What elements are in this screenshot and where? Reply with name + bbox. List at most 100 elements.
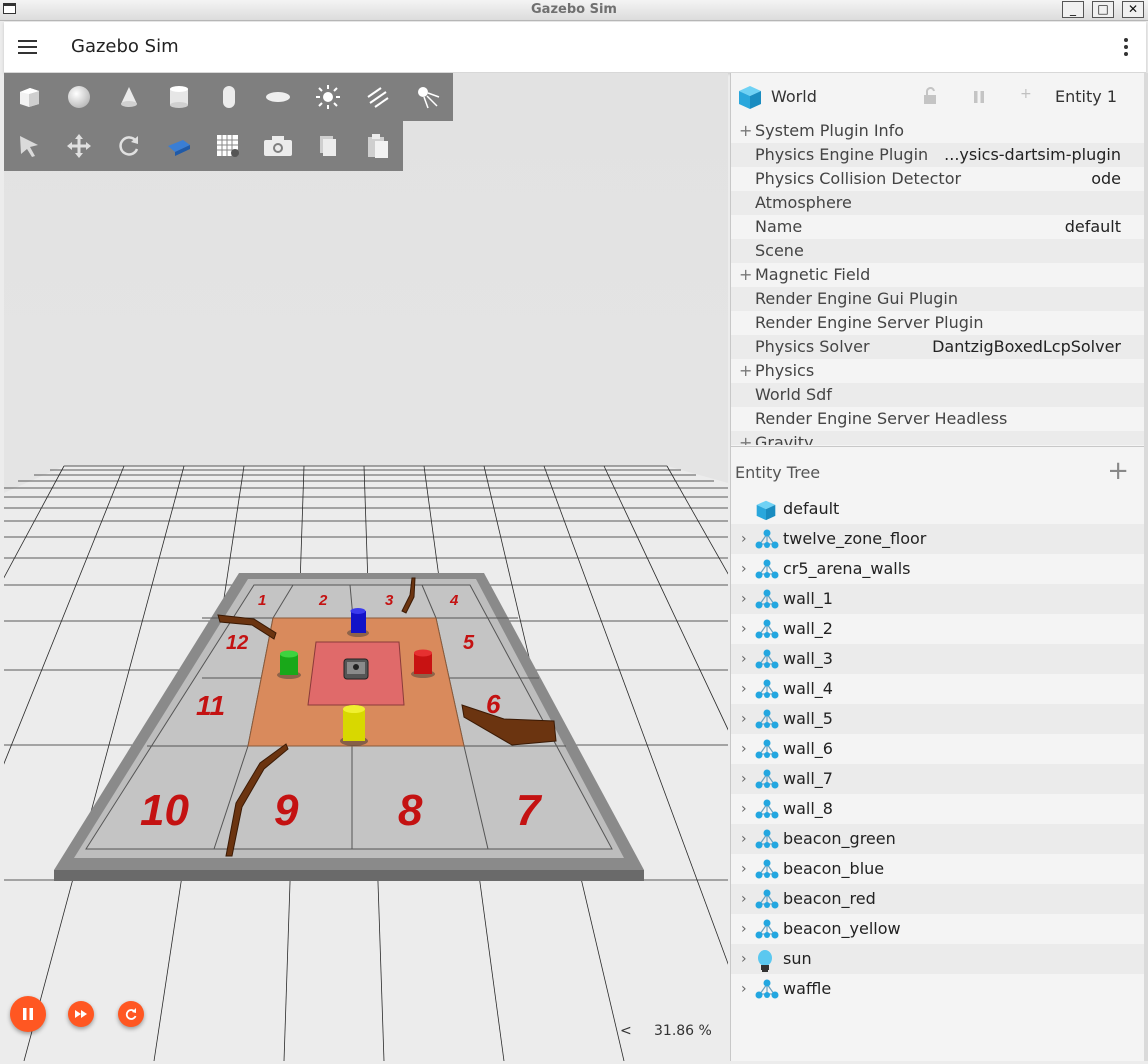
translate-icon[interactable] bbox=[54, 122, 104, 170]
chevron-right-icon[interactable]: › bbox=[741, 944, 747, 974]
tree-item-wall-5[interactable]: › wall_5 bbox=[731, 704, 1145, 734]
tree-item-label: wall_5 bbox=[783, 709, 833, 728]
property-row[interactable]: Physics Collision Detector ode bbox=[731, 167, 1145, 191]
chevron-right-icon[interactable]: › bbox=[741, 674, 747, 704]
tree-item-wall-8[interactable]: › wall_8 bbox=[731, 794, 1145, 824]
box-icon[interactable] bbox=[4, 73, 54, 121]
minimize-button[interactable]: _ bbox=[1062, 1, 1084, 18]
pause-button[interactable] bbox=[10, 996, 46, 1032]
hamburger-menu-icon[interactable] bbox=[18, 40, 37, 54]
expand-icon[interactable]: + bbox=[739, 119, 752, 143]
property-row[interactable]: Render Engine Gui Plugin bbox=[731, 287, 1145, 311]
capsule-icon[interactable] bbox=[204, 73, 254, 121]
property-key: System Plugin Info bbox=[755, 121, 905, 140]
property-value: ...ysics-dartsim-plugin bbox=[944, 145, 1121, 164]
paste-icon[interactable] bbox=[353, 122, 403, 170]
chevron-right-icon[interactable]: › bbox=[741, 704, 747, 734]
reset-button[interactable] bbox=[118, 1001, 144, 1027]
tree-item-cr5-arena-walls[interactable]: › cr5_arena_walls bbox=[731, 554, 1145, 584]
tree-item-waffle[interactable]: › waffle bbox=[731, 974, 1145, 1004]
expand-icon[interactable]: + bbox=[739, 359, 752, 383]
tree-item-wall-2[interactable]: › wall_2 bbox=[731, 614, 1145, 644]
property-row[interactable]: + Gravity bbox=[731, 431, 1145, 445]
tree-item-label: twelve_zone_floor bbox=[783, 529, 927, 548]
point-light-icon[interactable] bbox=[303, 73, 353, 121]
rotate-icon[interactable] bbox=[104, 122, 154, 170]
property-row[interactable]: Physics Engine Plugin ...ysics-dartsim-pl… bbox=[731, 143, 1145, 167]
view-angle-icon[interactable] bbox=[154, 122, 204, 170]
more-options-icon[interactable] bbox=[1124, 38, 1130, 58]
expand-icon[interactable]: + bbox=[739, 431, 752, 445]
tree-item-wall-7[interactable]: › wall_7 bbox=[731, 764, 1145, 794]
tree-item-wall-3[interactable]: › wall_3 bbox=[731, 644, 1145, 674]
panel-divider[interactable] bbox=[731, 446, 1145, 447]
lock-icon[interactable] bbox=[922, 87, 938, 105]
entity-id-label: Entity 1 bbox=[1055, 87, 1117, 106]
scene-render[interactable]: 1 2 3 4 5 6 7 8 9 10 11 12 bbox=[4, 73, 728, 1061]
sphere-icon[interactable] bbox=[54, 73, 104, 121]
close-button[interactable]: ✕ bbox=[1122, 1, 1144, 18]
pause-updates-icon[interactable] bbox=[972, 90, 986, 104]
rtf-expand-arrow[interactable]: < bbox=[620, 1023, 632, 1039]
zone-label-3: 3 bbox=[385, 592, 394, 609]
property-row[interactable]: + Physics bbox=[731, 359, 1145, 383]
expand-icon[interactable]: + bbox=[739, 263, 752, 287]
chevron-right-icon[interactable]: › bbox=[741, 734, 747, 764]
add-component-icon[interactable]: + bbox=[1020, 86, 1032, 102]
tree-item-wall-6[interactable]: › wall_6 bbox=[731, 734, 1145, 764]
tree-item-beacon-green[interactable]: › beacon_green bbox=[731, 824, 1145, 854]
cylinder-icon[interactable] bbox=[154, 73, 204, 121]
property-row[interactable]: Render Engine Server Headless bbox=[731, 407, 1145, 431]
chevron-right-icon[interactable]: › bbox=[741, 884, 747, 914]
zone-label-8: 8 bbox=[398, 786, 423, 835]
property-row[interactable]: Scene bbox=[731, 239, 1145, 263]
reset-icon bbox=[125, 1008, 137, 1020]
panel-scrollbar[interactable] bbox=[1144, 73, 1148, 1061]
chevron-right-icon[interactable]: › bbox=[741, 644, 747, 674]
step-button[interactable] bbox=[68, 1001, 94, 1027]
property-row[interactable]: Atmosphere bbox=[731, 191, 1145, 215]
tree-item-beacon-blue[interactable]: › beacon_blue bbox=[731, 854, 1145, 884]
chevron-right-icon[interactable]: › bbox=[741, 584, 747, 614]
chevron-right-icon[interactable]: › bbox=[741, 974, 747, 1004]
maximize-button[interactable]: □ bbox=[1092, 1, 1114, 18]
world-label: World bbox=[771, 87, 817, 106]
waffle-robot bbox=[343, 658, 369, 680]
chevron-right-icon[interactable]: › bbox=[741, 794, 747, 824]
property-row[interactable]: + Magnetic Field bbox=[731, 263, 1145, 287]
add-entity-button[interactable]: + bbox=[1107, 458, 1129, 484]
spot-light-icon[interactable] bbox=[403, 73, 453, 121]
property-row[interactable]: World Sdf bbox=[731, 383, 1145, 407]
property-row[interactable]: Name default bbox=[731, 215, 1145, 239]
grid-icon[interactable] bbox=[204, 122, 254, 170]
3d-scene-viewport[interactable]: 1 2 3 4 5 6 7 8 9 10 11 12 bbox=[4, 73, 728, 1061]
chevron-right-icon[interactable]: › bbox=[741, 614, 747, 644]
property-row[interactable]: Physics Solver DantzigBoxedLcpSolver bbox=[731, 335, 1145, 359]
app-header: Gazebo Sim bbox=[4, 22, 1146, 73]
tree-item-beacon-yellow[interactable]: › beacon_yellow bbox=[731, 914, 1145, 944]
chevron-right-icon[interactable]: › bbox=[741, 824, 747, 854]
component-properties: + System Plugin Info Physics Engine Plugi… bbox=[731, 119, 1145, 445]
property-key: Render Engine Gui Plugin bbox=[755, 289, 959, 308]
chevron-right-icon[interactable]: › bbox=[741, 524, 747, 554]
chevron-right-icon[interactable]: › bbox=[741, 854, 747, 884]
property-row[interactable]: Render Engine Server Plugin bbox=[731, 311, 1145, 335]
tree-item-sun[interactable]: › sun bbox=[731, 944, 1145, 974]
property-row[interactable]: + System Plugin Info bbox=[731, 119, 1145, 143]
tree-item-default[interactable]: default bbox=[731, 494, 1145, 524]
tree-item-beacon-red[interactable]: › beacon_red bbox=[731, 884, 1145, 914]
copy-icon[interactable] bbox=[303, 122, 353, 170]
ellipsoid-icon[interactable] bbox=[253, 73, 303, 121]
tree-item-twelve-zone-floor[interactable]: › twelve_zone_floor bbox=[731, 524, 1145, 554]
screenshot-camera-icon[interactable] bbox=[253, 122, 303, 170]
chevron-right-icon[interactable]: › bbox=[741, 914, 747, 944]
select-arrow-icon[interactable] bbox=[4, 122, 54, 170]
cone-icon[interactable] bbox=[104, 73, 154, 121]
chevron-right-icon[interactable]: › bbox=[741, 554, 747, 584]
tree-item-wall-4[interactable]: › wall_4 bbox=[731, 674, 1145, 704]
tree-item-wall-1[interactable]: › wall_1 bbox=[731, 584, 1145, 614]
chevron-right-icon[interactable]: › bbox=[741, 764, 747, 794]
entity-tree-title: Entity Tree bbox=[735, 463, 821, 482]
directional-light-icon[interactable] bbox=[353, 73, 403, 121]
tree-item-label: sun bbox=[783, 949, 812, 968]
